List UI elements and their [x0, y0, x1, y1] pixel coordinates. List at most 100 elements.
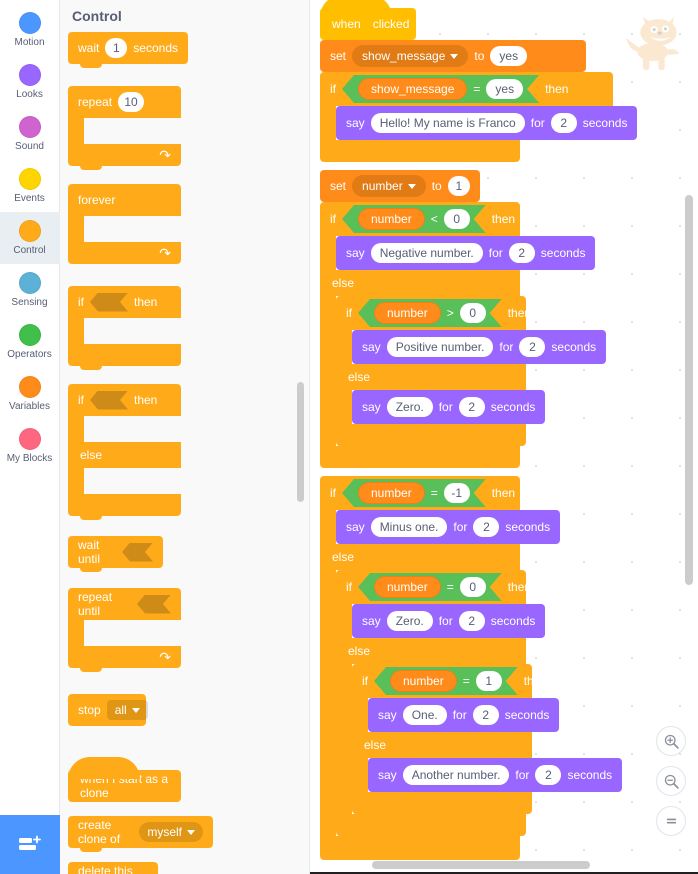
variable-dropdown-number[interactable]: number [352, 175, 426, 197]
palette-block-when-i-start-as-clone[interactable]: when I start as a clone [68, 757, 181, 802]
block-label: repeat [78, 95, 113, 109]
less-than-operator[interactable]: number < 0 [342, 205, 486, 233]
category-sensing[interactable]: Sensing [0, 264, 60, 316]
block-say-hello[interactable]: say Hello! My name is Franco for 2 secon… [336, 106, 638, 140]
set-number-value-input[interactable]: 1 [447, 176, 470, 196]
say-message-input[interactable]: Zero. [386, 397, 433, 417]
category-operators[interactable]: Operators [0, 316, 60, 368]
say-seconds-input[interactable]: 2 [472, 705, 499, 725]
palette-block-repeat[interactable]: repeat 10 ↷ [68, 86, 181, 170]
set-value-input[interactable]: yes [490, 46, 528, 66]
block-if-minus-one[interactable]: if number = -1 then say Minus one. for 2 [320, 476, 637, 860]
script-workspace[interactable]: when clicked set show_message to yes if … [310, 0, 698, 874]
if-else-header: if then [68, 384, 181, 416]
add-extension-button[interactable] [0, 815, 60, 874]
operator-symbol: = [446, 580, 454, 594]
block-set-number[interactable]: set number to 1 [320, 170, 480, 202]
script-stack[interactable]: when clicked set show_message to yes if … [320, 0, 638, 860]
variable-reporter-show-message[interactable]: show_message [358, 78, 467, 100]
equals-operator-zero[interactable]: number = 0 [358, 573, 502, 601]
say-seconds-input[interactable]: 2 [550, 113, 577, 133]
palette-block-create-clone[interactable]: create clone of myself [68, 816, 213, 852]
variable-reporter-number[interactable]: number [358, 482, 425, 504]
palette-scrollbar[interactable] [297, 382, 304, 502]
equals-operator-show-message[interactable]: show_message = yes [342, 75, 539, 103]
category-control[interactable]: Control [0, 212, 60, 264]
block-say-one[interactable]: say One. for 2 seconds [368, 698, 560, 732]
boolean-slot[interactable] [90, 293, 128, 312]
say-message-input[interactable]: Hello! My name is Franco [370, 113, 525, 133]
wait-seconds-input[interactable]: 1 [105, 38, 128, 58]
boolean-slot[interactable] [122, 543, 153, 562]
category-looks[interactable]: Looks [0, 56, 60, 108]
palette-block-if-else[interactable]: if then else [68, 384, 181, 520]
say-message-input[interactable]: Another number. [402, 765, 510, 785]
greater-than-operator[interactable]: number > 0 [358, 299, 502, 327]
say-seconds-input[interactable]: 2 [535, 765, 562, 785]
say-seconds-input[interactable]: 2 [458, 611, 485, 631]
block-palette[interactable]: Control wait 1 seconds repeat 10 ↷ forev… [60, 0, 310, 874]
block-if-negative[interactable]: if number < 0 then say Negative number. … [320, 202, 637, 468]
operand-input[interactable]: yes [486, 79, 523, 99]
variable-reporter-number[interactable]: number [358, 208, 425, 230]
category-sound[interactable]: Sound [0, 108, 60, 160]
operand-input[interactable]: 0 [460, 577, 486, 597]
block-if-show-message[interactable]: if show_message = yes then say Hello! My… [320, 72, 638, 162]
if-negative-footer [320, 446, 520, 468]
say-seconds-input[interactable]: 2 [473, 517, 500, 537]
palette-block-stop[interactable]: stop all [68, 694, 148, 726]
variable-reporter-number[interactable]: number [390, 670, 457, 692]
block-label: say [362, 614, 381, 628]
palette-block-if-then[interactable]: if then [68, 286, 181, 370]
block-if-zero[interactable]: if number = 0 then say Zero. for 2 secon… [336, 570, 623, 836]
say-message-input[interactable]: One. [402, 705, 447, 725]
say-seconds-input[interactable]: 2 [519, 337, 546, 357]
category-events[interactable]: Events [0, 160, 60, 212]
block-set-show-message[interactable]: set show_message to yes [320, 40, 586, 72]
say-message-input[interactable]: Minus one. [370, 517, 448, 537]
say-message-input[interactable]: Zero. [386, 611, 433, 631]
say-seconds-input[interactable]: 2 [458, 397, 485, 417]
say-message-input[interactable]: Negative number. [370, 243, 483, 263]
operand-input[interactable]: 0 [444, 209, 470, 229]
block-if-positive[interactable]: if number > 0 then say Positive number. … [336, 296, 607, 446]
palette-block-wait-until[interactable]: wait until [68, 536, 163, 572]
say-seconds-input[interactable]: 2 [508, 243, 535, 263]
variable-reporter-number[interactable]: number [374, 302, 441, 324]
equals-operator-one[interactable]: number = 1 [374, 667, 518, 695]
workspace-horizontal-scrollbar[interactable] [372, 861, 590, 869]
zoom-in-button[interactable] [656, 726, 686, 756]
block-when-flag-clicked[interactable]: when clicked [320, 0, 416, 40]
block-say-minus-one[interactable]: say Minus one. for 2 seconds [336, 510, 561, 544]
palette-block-repeat-until[interactable]: repeat until ↷ [68, 588, 181, 672]
variable-reporter-number[interactable]: number [374, 576, 441, 598]
category-variables[interactable]: Variables [0, 368, 60, 420]
operand-input[interactable]: 1 [476, 671, 502, 691]
stop-option-dropdown[interactable]: all [106, 700, 148, 720]
category-my-blocks[interactable]: My Blocks [0, 420, 60, 472]
equals-operator-minus-one[interactable]: number = -1 [342, 479, 486, 507]
workspace-vertical-scrollbar[interactable] [685, 195, 693, 585]
block-say-positive[interactable]: say Positive number. for 2 seconds [352, 330, 607, 364]
operand-input[interactable]: 0 [460, 303, 486, 323]
palette-block-delete-clone[interactable]: delete this clone [68, 862, 158, 874]
if-branch: say Positive number. for 2 seconds [336, 330, 607, 364]
boolean-slot[interactable] [137, 595, 171, 614]
zoom-out-button[interactable] [656, 766, 686, 796]
repeat-times-input[interactable]: 10 [118, 92, 145, 112]
block-if-one[interactable]: if number = 1 then say One. for 2 second… [352, 664, 623, 814]
palette-block-forever[interactable]: forever ↷ [68, 184, 181, 264]
clone-target-dropdown[interactable]: myself [139, 822, 203, 842]
boolean-slot[interactable] [90, 391, 128, 410]
zoom-reset-button[interactable] [656, 806, 686, 836]
operand-input[interactable]: -1 [444, 483, 470, 503]
block-say-zero-1[interactable]: say Zero. for 2 seconds [352, 390, 546, 424]
block-say-another-number[interactable]: say Another number. for 2 seconds [368, 758, 623, 792]
say-message-input[interactable]: Positive number. [386, 337, 494, 357]
block-say-zero-2[interactable]: say Zero. for 2 seconds [352, 604, 546, 638]
block-say-negative[interactable]: say Negative number. for 2 seconds [336, 236, 596, 270]
category-motion[interactable]: Motion [0, 4, 60, 56]
variable-dropdown-show-message[interactable]: show_message [352, 45, 469, 67]
palette-block-wait[interactable]: wait 1 seconds [68, 32, 188, 68]
block-label: for [530, 116, 545, 130]
